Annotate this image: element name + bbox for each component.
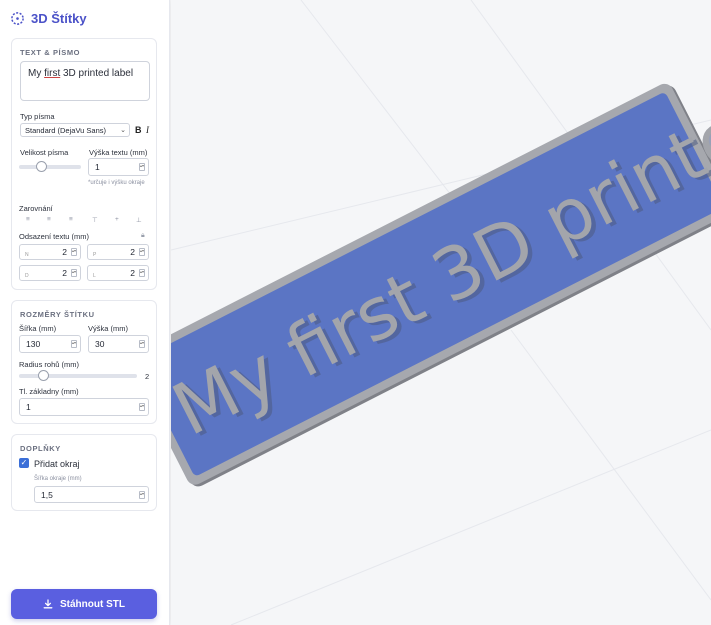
label-text-value: My first 3D printed label [28, 68, 134, 79]
height-input[interactable]: 30 ▴▾ [88, 335, 149, 353]
height-label: Výška (mm) [88, 324, 128, 333]
base-thickness-label: Tl. základny (mm) [19, 387, 79, 396]
base-thickness-input[interactable]: 1 ▴▾ [19, 398, 149, 416]
app-title: 3D Štítky [31, 10, 87, 26]
align-middle-icon[interactable]: + [115, 216, 119, 223]
padding-right-value: 2 [130, 247, 135, 257]
align-bottom-icon[interactable]: ⊥ [136, 216, 142, 224]
stepper-icon[interactable]: ▴▾ [139, 269, 145, 277]
preview-canvas[interactable]: My first 3D printed label My first 3D pr… [171, 0, 711, 625]
3d-preview-viewport[interactable]: My first 3D printed label My first 3D pr… [171, 0, 711, 625]
panel-title: ROZMĚRY ŠTÍTKU [20, 310, 95, 319]
stepper-icon[interactable]: ▴▾ [139, 163, 145, 171]
align-right-icon[interactable]: ≡ [69, 216, 73, 223]
border-width-label: Šířka okraje (mm) [34, 476, 82, 482]
label-text-input[interactable]: My first 3D printed label [20, 61, 150, 101]
stepper-icon[interactable]: ▴▾ [139, 490, 145, 499]
corner-radius-label: Radius rohů (mm) [19, 360, 80, 369]
padding-left-value: 2 [130, 268, 135, 278]
spellcheck-word: first [44, 68, 61, 79]
text-height-input[interactable]: 1 ▴▾ [88, 158, 149, 176]
base-thickness-value: 1 [26, 402, 31, 412]
download-stl-button[interactable]: Stáhnout STL [11, 589, 157, 619]
font-size-slider-thumb[interactable] [35, 161, 47, 172]
corner-radius-value: 2 [145, 372, 150, 381]
align-top-icon[interactable]: ⊤ [92, 216, 98, 224]
border-width-input[interactable]: 1,5 ▴▾ [34, 486, 149, 503]
align-left-icon[interactable]: ≡ [26, 216, 30, 223]
font-select[interactable]: Standard (DejaVu Sans) ⌄ [20, 123, 130, 137]
padding-top-input[interactable]: N 2 ▴▾ [19, 244, 81, 260]
padding-top-prefix: N [25, 252, 29, 258]
text-padding-label: Odsazení textu (mm) [19, 232, 90, 241]
padding-left-input[interactable]: L 2 ▴▾ [87, 265, 149, 281]
check-icon: ✓ [20, 458, 28, 467]
font-type-label: Typ písma [20, 112, 55, 121]
padding-bottom-value: 2 [62, 268, 67, 278]
panel-title: TEXT & PÍSMO [20, 48, 81, 57]
italic-button[interactable]: I [146, 125, 149, 135]
padding-right-input[interactable]: P 2 ▴▾ [87, 244, 149, 260]
dotted-circle-icon [11, 11, 24, 25]
width-input[interactable]: 130 ▴▾ [19, 335, 81, 353]
padding-bottom-input[interactable]: D 2 ▴▾ [19, 265, 81, 281]
bold-button[interactable]: B [135, 125, 142, 135]
font-size-slider-track[interactable] [19, 165, 81, 169]
text-height-label: Výška textu (mm) [89, 148, 148, 157]
width-label: Šířka (mm) [19, 324, 57, 333]
width-value: 130 [26, 339, 41, 349]
lock-icon[interactable]: 🔒︎ [141, 232, 145, 240]
add-border-checkbox[interactable]: ✓ [19, 458, 29, 468]
padding-top-value: 2 [62, 247, 67, 257]
stepper-icon[interactable]: ▴▾ [71, 248, 77, 256]
corner-radius-slider-track[interactable] [19, 374, 137, 378]
border-width-value: 1,5 [41, 489, 53, 500]
stepper-icon[interactable]: ▴▾ [71, 340, 77, 348]
font-select-value: Standard (DejaVu Sans) [25, 126, 107, 135]
alignment-label: Zarovnání [19, 204, 53, 213]
stepper-icon[interactable]: ▴▾ [139, 340, 145, 348]
add-border-label[interactable]: Přidat okraj [34, 459, 80, 469]
stepper-icon[interactable]: ▴▾ [139, 248, 145, 256]
corner-radius-slider-thumb[interactable] [37, 370, 49, 381]
download-label: Stáhnout STL [60, 598, 125, 610]
text-height-hint: *určuje i výšku okraje [88, 180, 145, 186]
panel-title: DOPLŇKY [20, 444, 61, 453]
stepper-icon[interactable]: ▴▾ [139, 403, 145, 411]
app-header: 3D Štítky [10, 9, 87, 27]
height-value: 30 [95, 339, 105, 349]
stepper-icon[interactable]: ▴▾ [71, 269, 77, 277]
text-height-value: 1 [95, 162, 100, 172]
label-3d-model[interactable]: My first 3D printed label My first 3D pr… [171, 0, 711, 490]
padding-bottom-prefix: D [25, 273, 29, 279]
sidebar: 3D Štítky TEXT & PÍSMO My first 3D print… [0, 0, 170, 625]
align-center-icon[interactable]: ≡ [47, 216, 51, 223]
padding-left-prefix: L [93, 273, 96, 279]
download-icon [43, 599, 53, 609]
chevron-down-icon: ⌄ [120, 127, 126, 134]
font-size-label: Velikost písma [20, 148, 69, 157]
padding-right-prefix: P [93, 252, 97, 258]
